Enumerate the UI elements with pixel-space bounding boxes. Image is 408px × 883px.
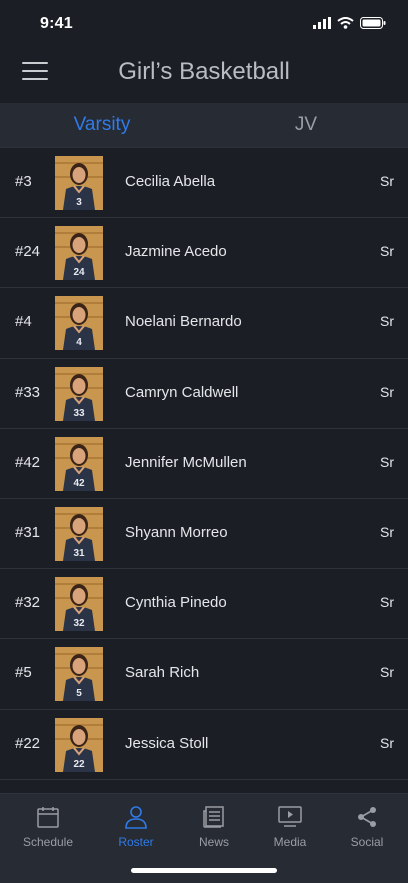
- svg-text:4: 4: [76, 337, 82, 348]
- player-number: #31: [15, 523, 41, 541]
- player-name: Jessica Stoll: [125, 734, 209, 752]
- player-name: Cecilia Abella: [125, 173, 216, 190]
- roster-row[interactable]: #42 42 Jennifer McMullen Sr: [0, 427, 408, 498]
- player-photo: 42: [55, 436, 103, 491]
- player-name: Noelani Bernardo: [125, 313, 242, 331]
- player-class: Sr: [380, 523, 394, 540]
- media-icon: [278, 806, 302, 827]
- tab-media-label: Media: [273, 835, 307, 849]
- news-icon: [203, 806, 224, 828]
- tab-social-label: Social: [350, 835, 384, 849]
- svg-text:42: 42: [73, 478, 85, 489]
- tab-news-label: News: [198, 835, 229, 849]
- player-number: #42: [15, 453, 41, 471]
- player-number: #24: [15, 243, 41, 261]
- tab-news[interactable]: News: [174, 804, 254, 849]
- roster-row[interactable]: #22 22 Jessica Stoll Sr: [0, 708, 408, 779]
- player-number: #33: [15, 383, 41, 401]
- player-name: Camryn Caldwell: [125, 383, 239, 401]
- player-number: #4: [15, 313, 32, 331]
- player-class: Sr: [380, 664, 394, 681]
- person-icon: [125, 806, 147, 829]
- svg-text:22: 22: [73, 759, 85, 770]
- roster-list[interactable]: #3 3 Cecilia Abella Sr #24 24 Jazmine Acedo Sr #…: [0, 147, 408, 793]
- battery-icon: [360, 17, 386, 29]
- roster-row[interactable]: #24 24 Jazmine Acedo Sr: [0, 217, 408, 287]
- share-icon: [358, 807, 376, 827]
- player-photo: 4: [55, 296, 103, 351]
- wifi-icon: [337, 17, 354, 29]
- header: Girl’s Basketball: [0, 48, 408, 103]
- player-number: #22: [15, 734, 41, 752]
- roster-row[interactable]: #31 31 Shyann Morreo Sr: [0, 497, 408, 568]
- tab-roster[interactable]: Roster: [96, 804, 176, 849]
- status-time: 9:41: [40, 15, 73, 32]
- player-name: Jennifer McMullen: [125, 453, 247, 471]
- page-title: Girl’s Basketball: [118, 58, 290, 85]
- player-photo: 3: [55, 156, 103, 210]
- tab-roster-label: Roster: [118, 835, 154, 849]
- player-number: #5: [15, 664, 32, 682]
- roster-row[interactable]: #32 32 Cynthia Pinedo Sr: [0, 568, 408, 638]
- roster-row-partial[interactable]: [0, 778, 408, 793]
- svg-text:24: 24: [73, 267, 85, 278]
- player-number: #32: [15, 594, 41, 612]
- roster-row[interactable]: #5 5 Sarah Rich Sr: [0, 638, 408, 708]
- svg-text:32: 32: [73, 618, 85, 629]
- player-name: Shyann Morreo: [125, 523, 228, 541]
- team-tabs: Varsity JV: [0, 103, 408, 147]
- player-class: Sr: [380, 313, 394, 330]
- svg-text:31: 31: [73, 548, 85, 559]
- calendar-icon: [37, 807, 59, 828]
- tab-varsity[interactable]: Varsity: [0, 103, 204, 147]
- player-name: Cynthia Pinedo: [125, 594, 227, 612]
- player-class: Sr: [380, 173, 394, 189]
- tab-media[interactable]: Media: [250, 804, 330, 849]
- tab-schedule-label: Schedule: [22, 835, 74, 849]
- home-indicator[interactable]: [131, 868, 277, 873]
- tab-social[interactable]: Social: [327, 804, 407, 849]
- player-name: Jazmine Acedo: [125, 243, 227, 261]
- player-class: Sr: [380, 453, 394, 470]
- svg-text:5: 5: [76, 688, 82, 699]
- player-photo: 31: [55, 506, 103, 561]
- player-photo: 22: [55, 717, 103, 772]
- player-class: Sr: [380, 383, 394, 400]
- player-number: #3: [15, 173, 32, 190]
- player-photo: 5: [55, 647, 103, 702]
- player-class: Sr: [380, 734, 394, 751]
- tab-jv[interactable]: JV: [204, 103, 408, 147]
- status-icons: [313, 17, 386, 29]
- player-class: Sr: [380, 243, 394, 260]
- signal-icon: [313, 17, 331, 29]
- status-bar: 9:41: [0, 0, 408, 48]
- player-photo: 24: [55, 226, 103, 281]
- player-photo: 33: [55, 366, 103, 421]
- roster-row[interactable]: #4 4 Noelani Bernardo Sr: [0, 287, 408, 357]
- tab-schedule[interactable]: Schedule: [8, 804, 88, 849]
- player-name: Sarah Rich: [125, 664, 200, 682]
- roster-row[interactable]: #3 3 Cecilia Abella Sr: [0, 147, 408, 217]
- roster-row[interactable]: #33 33 Camryn Caldwell Sr: [0, 357, 408, 428]
- svg-text:3: 3: [76, 197, 82, 208]
- player-photo: 32: [55, 577, 103, 632]
- player-class: Sr: [380, 594, 394, 611]
- svg-text:33: 33: [73, 408, 85, 419]
